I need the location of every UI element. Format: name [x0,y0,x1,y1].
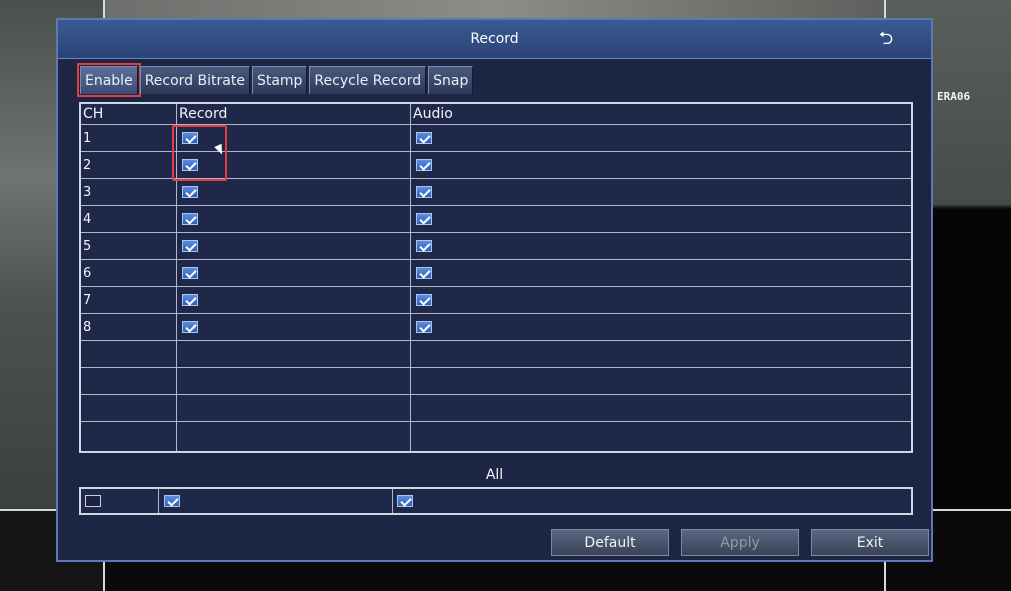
record-checkbox[interactable] [182,132,198,144]
audio-checkbox[interactable] [416,294,432,306]
record-checkbox[interactable] [182,267,198,279]
table-row: 2 [81,152,911,179]
tab-snap[interactable]: Snap [428,66,474,94]
channel-number: 3 [83,185,92,200]
default-button[interactable]: Default [551,529,669,556]
empty-row [81,341,911,368]
header-ch: CH [83,106,104,122]
tab-record-bitrate[interactable]: Record Bitrate [139,66,250,94]
record-checkbox[interactable] [182,186,198,198]
table-row: 4 [81,206,911,233]
record-checkbox[interactable] [182,213,198,225]
column-divider [158,489,159,513]
all-label: All [485,467,504,483]
header-audio: Audio [413,106,453,122]
table-row: 1 [81,125,911,152]
channel-number: 7 [83,293,92,308]
channel-number: 8 [83,320,92,335]
audio-checkbox[interactable] [416,213,432,225]
apply-button[interactable]: Apply [681,529,799,556]
all-ch-checkbox[interactable] [85,495,101,507]
camera-feed-top [105,0,885,20]
table-row: 6 [81,260,911,287]
channel-number: 6 [83,266,92,281]
table-row: 8 [81,314,911,341]
record-checkbox[interactable] [182,294,198,306]
column-divider [392,489,393,513]
tab-recycle-record[interactable]: Recycle Record [309,66,427,94]
record-dialog: Record ⮌ Enable Record Bitrate Stamp Rec… [56,18,933,562]
all-audio-checkbox[interactable] [397,495,413,507]
audio-checkbox[interactable] [416,321,432,333]
return-arrow-icon[interactable]: ⮌ [875,30,897,48]
table-row: 3 [81,179,911,206]
empty-row [81,368,911,395]
record-checkbox[interactable] [182,321,198,333]
record-checkbox[interactable] [182,240,198,252]
audio-checkbox[interactable] [416,132,432,144]
empty-row [81,395,911,422]
record-checkbox[interactable] [182,159,198,171]
audio-checkbox[interactable] [416,159,432,171]
dialog-title: Record [470,31,519,47]
audio-checkbox[interactable] [416,240,432,252]
empty-row [81,422,911,449]
dialog-titlebar: Record ⮌ [58,20,931,59]
channel-number: 2 [83,158,92,173]
exit-button[interactable]: Exit [811,529,929,556]
channel-number: 5 [83,239,92,254]
all-row [79,487,913,515]
table-row: 5 [81,233,911,260]
tab-enable[interactable]: Enable [77,63,141,97]
audio-checkbox[interactable] [416,186,432,198]
header-record: Record [179,106,228,122]
camera-label: ERA06 [937,90,971,103]
tab-bar: Enable Record Bitrate Stamp Recycle Reco… [77,63,474,97]
channel-number: 4 [83,212,92,227]
channel-table: CH Record Audio 1 2 3 4 5 6 7 8 [79,102,913,453]
all-record-checkbox[interactable] [164,495,180,507]
tab-stamp[interactable]: Stamp [251,66,308,94]
table-row: 7 [81,287,911,314]
audio-checkbox[interactable] [416,267,432,279]
channel-number: 1 [83,131,92,146]
